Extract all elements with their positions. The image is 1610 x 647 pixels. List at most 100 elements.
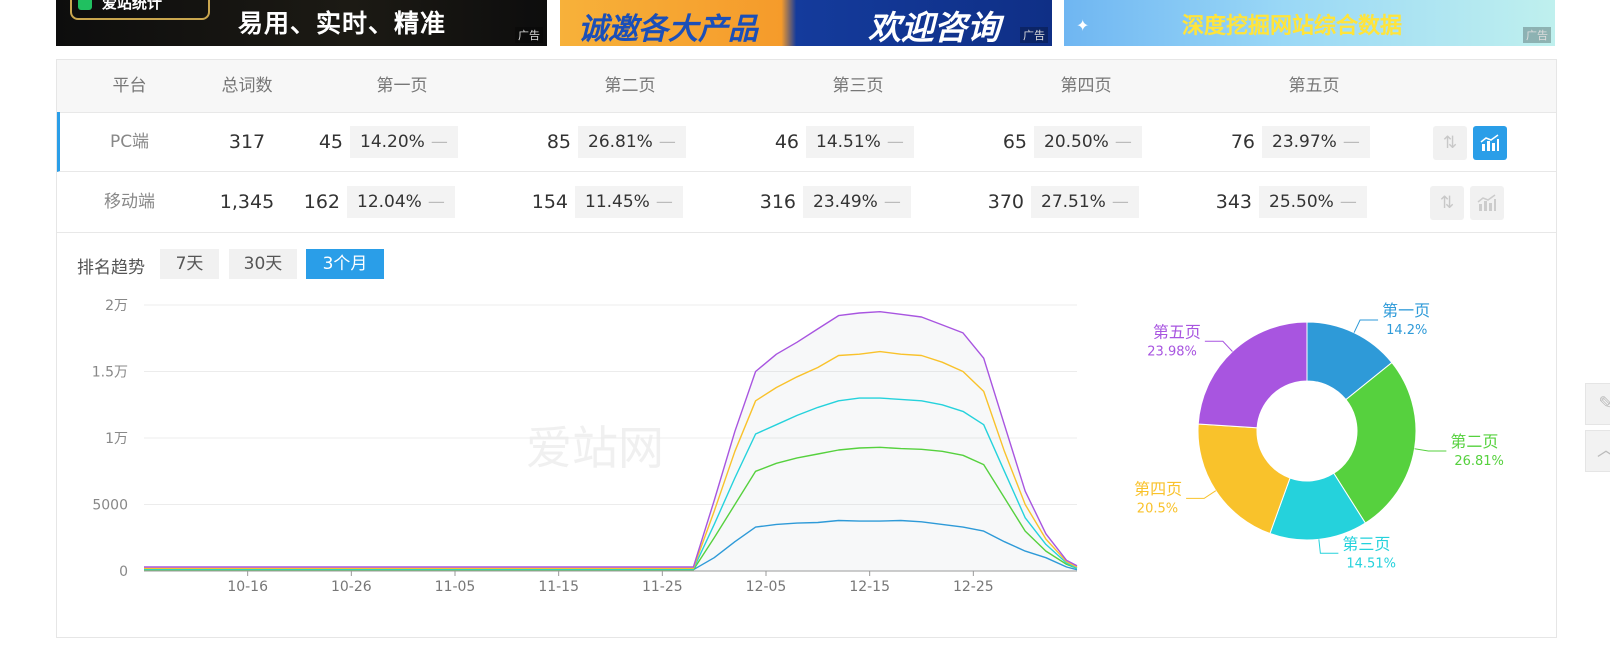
slice-label: 第三页 <box>1342 534 1390 553</box>
page-percent: 23.49% — <box>803 186 911 218</box>
slice-label: 第一页 <box>1382 301 1430 320</box>
col-total: 总词数 <box>221 76 273 96</box>
banner-logo: 爱站统计 <box>70 0 210 20</box>
sort-icon: ⇅ <box>1439 193 1455 213</box>
range-3-months-button[interactable]: 3个月 <box>306 249 384 279</box>
neutral-trend-icon: — <box>1339 192 1357 212</box>
slice-value-label: 23.98% <box>1147 344 1197 359</box>
page-distribution-donut-chart: 第一页 14.2% 第二页 26.81% 第三页 14.51% 第四页 20.5% 第五页 23.… <box>1134 301 1504 571</box>
slice-leader-line <box>1353 319 1379 333</box>
sort-button[interactable]: ⇅ <box>1433 126 1467 160</box>
table-row[interactable]: PC端 317 45 14.20% — 85 26.81% — 46 14.51% —… <box>57 112 1556 172</box>
col-page5: 第五页 <box>1288 76 1340 96</box>
banner-invite-text: 诚邀各大产品 <box>578 12 758 46</box>
x-tick-label: 12-05 <box>746 579 787 595</box>
neutral-trend-icon: — <box>658 132 676 152</box>
neutral-trend-icon: — <box>430 132 448 152</box>
donut-slice[interactable] <box>1197 423 1291 535</box>
banner-logo-text: 爱站统计 <box>102 0 163 12</box>
neutral-trend-icon: — <box>655 192 673 212</box>
donut-slice[interactable] <box>1197 321 1308 429</box>
trend-chart-button[interactable] <box>1470 186 1504 220</box>
ad-banner-invite[interactable]: 诚邀各大产品 欢迎咨询 广告 <box>560 0 1052 46</box>
percent-value: 27.51% <box>1041 192 1106 212</box>
x-tick-label: 11-15 <box>538 579 579 595</box>
page-percent: 27.51% — <box>1031 186 1139 218</box>
page-count: 162 <box>303 191 340 213</box>
page-count: 370 <box>987 191 1024 213</box>
neutral-trend-icon: — <box>427 192 445 212</box>
page-percent: 23.97% — <box>1262 126 1370 158</box>
page-percent: 26.81% — <box>578 126 686 158</box>
percent-value: 23.49% <box>813 192 878 212</box>
platform-name: PC端 <box>109 132 150 152</box>
banner-data-text: 深度挖掘网站综合数据 <box>1182 14 1403 39</box>
chevron-up-icon: ︿ <box>1597 440 1610 461</box>
page-percent: 14.20% — <box>350 126 458 158</box>
page-count: 154 <box>531 191 568 213</box>
table-row[interactable]: 移动端 1,345 162 12.04% — 154 11.45% — 316 23… <box>57 172 1556 233</box>
ad-banner-aizhan-stats[interactable]: 爱站统计 易用、实时、精准 广告 <box>56 0 547 46</box>
col-page2: 第二页 <box>604 76 656 96</box>
page-count: 76 <box>1230 131 1255 153</box>
ad-banner-data[interactable]: ✦ 深度挖掘网站综合数据 广告 <box>1064 0 1555 46</box>
page-count: 316 <box>759 191 796 213</box>
ad-tag: 广告 <box>1020 27 1048 43</box>
col-page4: 第四页 <box>1060 76 1112 96</box>
page-count: 45 <box>318 131 343 153</box>
sparkle-icon: ✦ <box>1076 16 1090 35</box>
x-tick-label: 11-05 <box>435 579 476 595</box>
trend-label: 排名趋势 <box>77 258 145 278</box>
neutral-trend-icon: — <box>1114 132 1132 152</box>
percent-value: 12.04% <box>357 192 422 212</box>
percent-value: 11.45% <box>585 192 650 212</box>
y-tick-label: 1.5万 <box>92 365 128 381</box>
x-tick-label: 12-25 <box>953 579 994 595</box>
y-tick-label: 1万 <box>105 431 128 447</box>
slice-value-label: 14.51% <box>1346 556 1396 571</box>
page-percent: 14.51% — <box>806 126 914 158</box>
page-count: 46 <box>774 131 799 153</box>
percent-value: 14.20% <box>360 132 425 152</box>
range-30-days-button[interactable]: 30天 <box>229 249 297 279</box>
col-page3: 第三页 <box>832 76 884 96</box>
banner-consult-text: 欢迎咨询 <box>868 8 1000 46</box>
sort-button[interactable]: ⇅ <box>1430 186 1464 220</box>
rank-trend-line-chart: 爱站网 0 5000 1万 1.5万 2万 10-16 10-26 11-05 11-15 11-… <box>92 298 1078 595</box>
ad-tag: 广告 <box>1523 27 1551 43</box>
page-count: 65 <box>1002 131 1027 153</box>
trend-chart-icon <box>1480 134 1499 151</box>
x-tick-label: 11-25 <box>642 579 683 595</box>
page-percent: 20.50% — <box>1034 126 1142 158</box>
y-tick-label: 0 <box>119 564 128 580</box>
percent-value: 14.51% <box>816 132 881 152</box>
range-7-days-button[interactable]: 7天 <box>160 249 219 279</box>
x-tick-label: 12-15 <box>849 579 890 595</box>
chart-watermark: 爱站网 <box>526 421 664 475</box>
y-tick-label: 2万 <box>105 298 128 314</box>
slice-leader-line <box>1204 340 1233 352</box>
col-platform: 平台 <box>112 76 147 96</box>
slice-leader-line <box>1414 448 1447 452</box>
back-to-top-button[interactable]: ︿ <box>1585 430 1610 472</box>
y-tick-label: 5000 <box>92 498 128 514</box>
col-page1: 第一页 <box>376 76 428 96</box>
slice-leader-line <box>1186 490 1217 499</box>
slice-label: 第五页 <box>1153 322 1201 341</box>
slice-label: 第二页 <box>1450 432 1498 451</box>
neutral-trend-icon: — <box>886 132 904 152</box>
page-percent: 11.45% — <box>575 186 683 218</box>
page-percent: 25.50% — <box>1259 186 1367 218</box>
slice-value-label: 14.2% <box>1386 323 1427 338</box>
banner-slogan: 易用、实时、精准 <box>238 9 447 38</box>
pencil-icon: ✎ <box>1598 393 1610 414</box>
slice-label: 第四页 <box>1134 479 1182 498</box>
slice-value-label: 26.81% <box>1454 454 1504 469</box>
trend-chart-button[interactable] <box>1473 126 1507 160</box>
aizhan-logo-icon <box>78 0 92 10</box>
slice-value-label: 20.5% <box>1137 501 1178 516</box>
platform-name: 移动端 <box>104 192 155 212</box>
edit-tool-button[interactable]: ✎ <box>1585 383 1610 425</box>
neutral-trend-icon: — <box>1342 132 1360 152</box>
neutral-trend-icon: — <box>1111 192 1129 212</box>
